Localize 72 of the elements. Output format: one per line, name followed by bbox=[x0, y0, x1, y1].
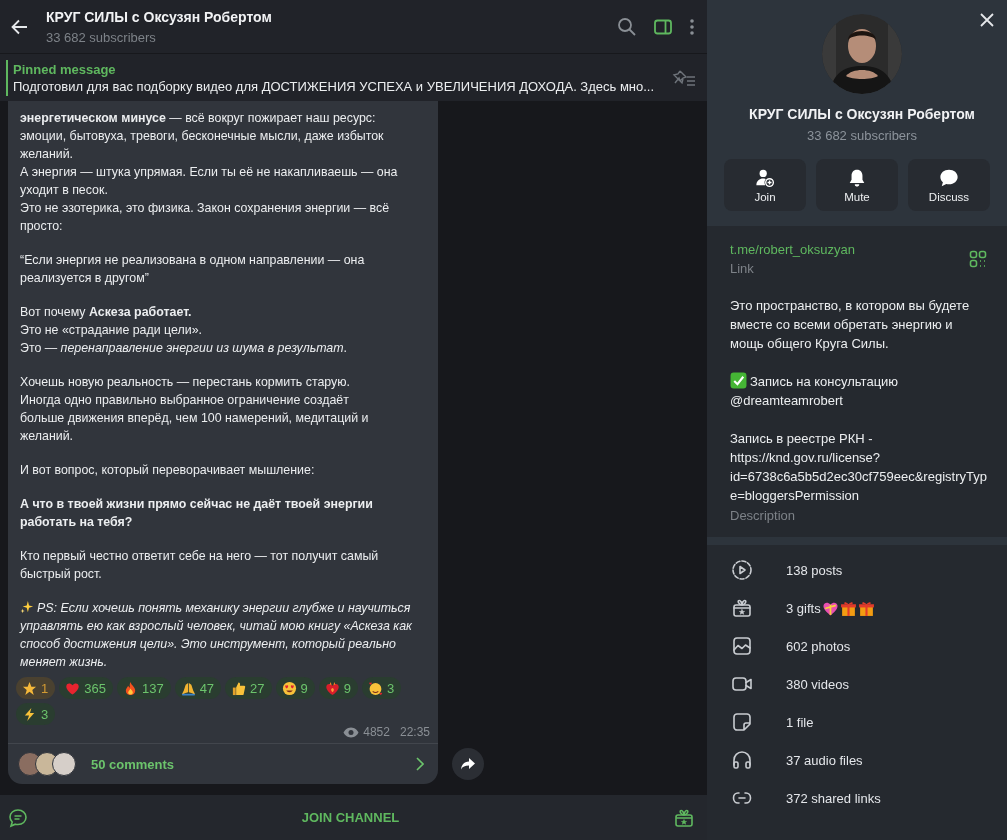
message-paragraph: Хочешь новую реальность — перестань кормить старую. Иногда одно правильно выбранное ограничение создаёт больше движения вперёд, чем 100 намерений, медитаций и желаний. bbox=[20, 374, 370, 445]
message-paragraph: А что в твоей жизни прямо сейчас не даёт твоей энергии работать на тебя? bbox=[20, 496, 374, 531]
burning-heart-icon bbox=[324, 680, 340, 696]
message-paragraph: “Если энергия не реализована в одном направлении — она реализуется в другом” bbox=[20, 252, 366, 287]
subscriber-count: 33 682 subscribers bbox=[807, 128, 917, 143]
reaction-chip[interactable]: 27 bbox=[225, 677, 272, 699]
discussion-button[interactable] bbox=[8, 807, 28, 828]
media-stat-item[interactable]: 138 posts bbox=[731, 559, 1007, 581]
search-button[interactable] bbox=[617, 16, 637, 37]
check-icon bbox=[730, 372, 747, 389]
message-paragraph: И вот вопрос, который переворачивает мышление: bbox=[20, 462, 316, 479]
avatar bbox=[52, 752, 76, 776]
pinned-label: Pinned message bbox=[13, 61, 117, 77]
message-paragraph: Кто первый честно ответит себе на него — тот получит самый быстрый рост. bbox=[20, 548, 380, 583]
media-stat-item[interactable]: 372 shared links bbox=[731, 787, 1007, 809]
message-paragraph: энергетическом минусе — всё вокруг пожирает наш ресурс: эмоции, бытовуха, тревоги, бесконечные мысли, даже избыток желаний. А энергия — штука упрямая. Если ты её не накапливаешь — она уходит в песок. Это не эзотерика, это физика. Закон сохранения энергии — всё просто: bbox=[20, 110, 399, 235]
message-paragraph: Вот почему Аскеза работает. Это не «страдание ради цели». Это — перенаправление энергии из шума в результат. bbox=[20, 304, 348, 357]
mute-button[interactable]: Mute bbox=[816, 159, 898, 211]
close-button[interactable] bbox=[979, 12, 995, 28]
speech-bubble-icon bbox=[939, 167, 959, 188]
join-button[interactable]: Join bbox=[724, 159, 806, 211]
forward-arrow-icon bbox=[460, 757, 476, 771]
play-circle-icon bbox=[731, 559, 753, 581]
reaction-chip[interactable]: 9 bbox=[275, 677, 315, 699]
reaction-chip[interactable]: 3 bbox=[16, 703, 56, 725]
media-stat-item[interactable]: 1 file bbox=[731, 711, 1007, 733]
gift-icon bbox=[839, 599, 857, 617]
reaction-chip[interactable]: 3 bbox=[362, 677, 402, 699]
forward-button[interactable] bbox=[452, 748, 484, 780]
smiley-hearts-icon bbox=[368, 680, 384, 696]
eye-icon bbox=[343, 726, 360, 738]
reaction-chip[interactable]: 1 bbox=[16, 677, 56, 699]
discuss-button[interactable]: Discuss bbox=[908, 159, 990, 211]
registry-text: Запись в реестре РКН - bbox=[730, 430, 873, 448]
pin-list-button[interactable] bbox=[671, 68, 697, 87]
reaction-chip[interactable]: 9 bbox=[318, 677, 359, 699]
pinned-message-text[interactable]: Подготовил для вас подборку видео для ДОСТИЖЕНИЯ УСПЕХА и УВЕЛИЧЕНИЯ ДОХОДА. Здесь мно... bbox=[13, 78, 671, 94]
chevron-icon bbox=[416, 757, 424, 771]
thumbs-up-icon bbox=[231, 680, 247, 696]
consultation-text: Запись на консультацию bbox=[730, 372, 899, 391]
gift-icon bbox=[731, 597, 753, 619]
image-icon bbox=[731, 635, 753, 657]
headphones-icon bbox=[731, 749, 753, 771]
heart-eyes-icon bbox=[281, 680, 297, 696]
reaction-chip[interactable]: 47 bbox=[174, 677, 222, 699]
sparkles-icon bbox=[20, 600, 34, 614]
media-stat-item[interactable]: 3 gifts bbox=[731, 597, 1007, 619]
qr-code-button[interactable] bbox=[969, 250, 987, 268]
description-text: Это пространство, в котором вы будете вместе со всеми обретать энергию и мощь общего Круга Силы. bbox=[730, 297, 971, 353]
subscriber-count: 33 682 subscribers bbox=[46, 29, 157, 45]
bell-icon bbox=[847, 167, 867, 188]
description-label: Description bbox=[730, 508, 796, 523]
username-link[interactable]: @dreamteamrobert bbox=[730, 391, 843, 410]
file-icon bbox=[731, 711, 753, 733]
add-user-icon bbox=[755, 167, 775, 188]
link-label: Link bbox=[730, 261, 755, 276]
more-menu-button[interactable] bbox=[689, 16, 695, 37]
star-icon bbox=[22, 680, 37, 696]
reaction-chip[interactable]: 365 bbox=[59, 677, 113, 699]
media-stat-item[interactable]: 380 videos bbox=[731, 673, 1007, 695]
view-count: 4852 bbox=[363, 725, 390, 739]
gift-icon bbox=[857, 599, 875, 617]
channel-link[interactable]: t.me/robert_oksuzyan bbox=[730, 242, 855, 257]
media-stat-item[interactable]: 602 photos bbox=[731, 635, 1007, 657]
message-paragraph: PS: Если хочешь понять механику энергии глубже и научиться управлять ею как взрослый человек, читай мою книгу «Аскеза как способ достижения цели». Это инструмент, который реально меняет жизнь. bbox=[20, 599, 413, 671]
reaction-chip[interactable]: 137 bbox=[116, 677, 171, 699]
channel-title: КРУГ СИЛЫ с Оксузян Робертом bbox=[46, 8, 273, 25]
comments-button[interactable]: 50 comments bbox=[8, 743, 438, 784]
media-stat-item[interactable]: 37 audio files bbox=[731, 749, 1007, 771]
registry-link[interactable]: https://knd.gov.ru/license?id=6738c6a5b5d2ec30cf759eec&registryType=bloggersPermission bbox=[730, 448, 988, 505]
channel-name: КРУГ СИЛЫ с Оксузян Робертом bbox=[749, 106, 975, 122]
message-time: 22:35 bbox=[399, 725, 430, 739]
